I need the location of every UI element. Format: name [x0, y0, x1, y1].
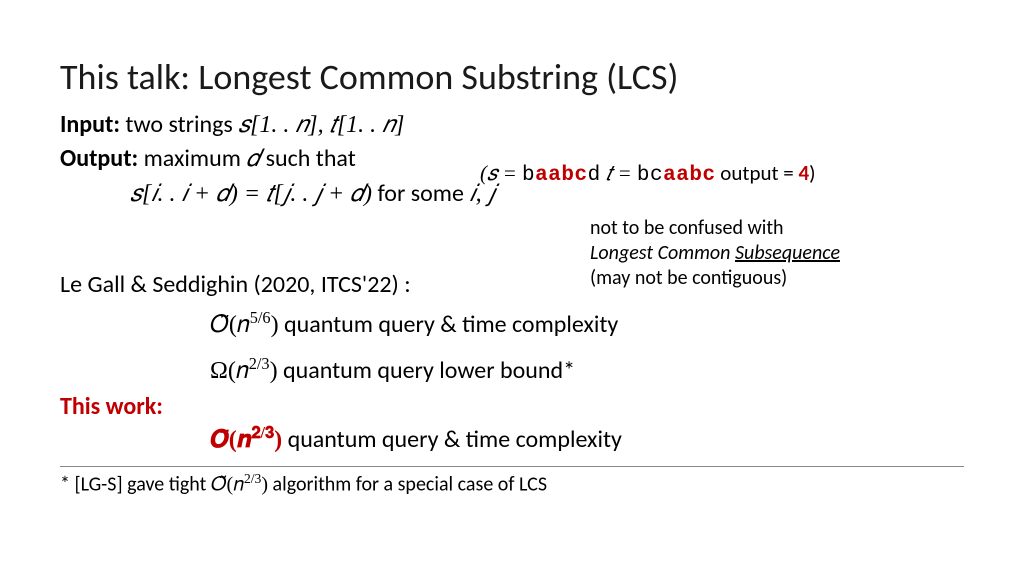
- comp2-paren: ): [270, 358, 278, 384]
- comp3-text: quantum query & time complexity: [282, 425, 622, 454]
- comp2-math: Ω(𝑛: [210, 358, 249, 384]
- complexity-2: Ω(𝑛2/3) quantum query lower bound*: [210, 351, 964, 390]
- example-s3: d: [588, 164, 601, 187]
- comp2-exp: 2/3: [249, 354, 270, 373]
- note-line1: not to be confused with: [590, 216, 840, 241]
- note-l2b: Subsequence: [735, 241, 840, 265]
- example-box: (𝑠 = baabcd 𝑡 = bcaabc output = 4): [480, 160, 816, 187]
- comp1-text: quantum query & time complexity: [279, 310, 619, 339]
- footnote-exp: 2/3: [244, 471, 261, 486]
- input-text: two strings: [120, 110, 238, 139]
- comp1-math: 𝑂̃(𝑛: [210, 312, 250, 338]
- comp3-math: 𝑶̃(𝒏: [210, 427, 251, 453]
- complexity-3: 𝑶̃(𝒏𝟐/𝟑) quantum query & time complexity: [210, 423, 964, 454]
- example-t1: bc: [637, 164, 663, 187]
- divider-line: [60, 466, 964, 467]
- footnote: * [LG-S] gave tight 𝑂̃(𝑛2/3) algorithm f…: [60, 471, 964, 497]
- comp1-paren: ): [271, 312, 279, 338]
- slide-title: This talk: Longest Common Substring (LCS…: [60, 55, 964, 99]
- footnote-paren: ): [261, 473, 268, 495]
- equation-tail: for some: [372, 179, 469, 208]
- output-math: 𝑑: [246, 146, 260, 172]
- note-l2a: Longest Common: [590, 241, 735, 265]
- footnote-math: 𝑂̃(𝑛: [211, 473, 244, 495]
- example-suffix: output =: [716, 160, 799, 186]
- example-s2: aabc: [535, 164, 587, 187]
- note-box: not to be confused with Longest Common S…: [590, 216, 840, 291]
- example-close: ): [809, 160, 815, 186]
- footnote-tail: algorithm for a special case of LCS: [268, 472, 547, 496]
- output-text: maximum: [138, 144, 246, 173]
- input-math: 𝑠[1. . 𝑛], 𝑡[1. . 𝑛]: [238, 112, 404, 138]
- comp3-exp: 𝟐/𝟑: [251, 423, 274, 442]
- comp1-exp: 5/6: [250, 308, 271, 327]
- note-line2: Longest Common Subsequence: [590, 241, 840, 266]
- footnote-star: * [LG-S] gave tight: [60, 472, 211, 496]
- example-mid: 𝑡 =: [601, 161, 637, 185]
- note-line3: (may not be contiguous): [590, 266, 840, 291]
- example-val: 4: [799, 160, 810, 186]
- example-prefix: (𝑠 =: [480, 161, 522, 185]
- example-t2: aabc: [663, 164, 715, 187]
- example-s1: b: [522, 164, 535, 187]
- comp2-text: quantum query lower bound*: [278, 356, 576, 385]
- complexity-1: 𝑂̃(𝑛5/6) quantum query & time complexity: [210, 305, 964, 344]
- input-line: Input: two strings 𝑠[1. . 𝑛], 𝑡[1. . 𝑛]: [60, 109, 964, 141]
- output-label: Output:: [60, 144, 138, 173]
- comp3-paren: ): [274, 427, 282, 453]
- this-work-label: This work:: [60, 392, 964, 421]
- output-text2: such that: [260, 144, 356, 173]
- equation: 𝑠[𝑖. . 𝑖 + 𝑑) = 𝑡[𝑗. . 𝑗 + 𝑑): [130, 181, 372, 207]
- input-label: Input:: [60, 110, 120, 139]
